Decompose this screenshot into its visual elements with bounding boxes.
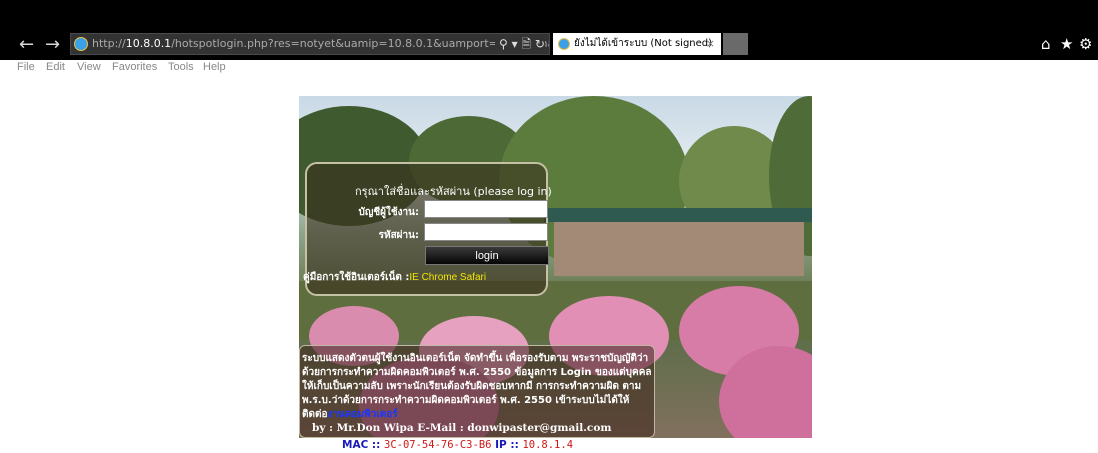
manual-links[interactable]: IE Chrome Safari (409, 272, 486, 283)
client-info: MAC :: 3C-07-54-76-C3-B6 IP :: 10.8.1.4 (342, 439, 573, 451)
menu-help[interactable]: Help (203, 61, 226, 73)
legal-notice: ระบบแสดงตัวตนผู้ใช้งานอินเตอร์เน็ต จัดทำ… (299, 345, 655, 438)
browser-toolbar: ← → http://10.8.0.1/hotspotlogin.php?res… (0, 0, 1098, 60)
login-title: กรุณาใส่ชื่อและรหัสผ่าน (please log in) (355, 185, 552, 198)
back-button[interactable]: ← (19, 36, 34, 54)
star-icon[interactable]: ★ (1060, 35, 1073, 53)
address-controls[interactable]: ⚲ ▾ 🗎 ↻ (495, 34, 545, 54)
username-input[interactable] (424, 200, 548, 218)
tab-title: ยังไม่ได้เข้าระบบ (Not signed) (574, 38, 713, 49)
ie-logo-icon (74, 37, 88, 51)
username-label: บัญชีผู้ใช้งาน: (358, 207, 419, 218)
login-panel: กรุณาใส่ชื่อและรหัสผ่าน (please log in) … (303, 162, 552, 296)
menu-tools[interactable]: Tools (168, 61, 194, 73)
menu-edit[interactable]: Edit (46, 61, 65, 73)
password-input[interactable] (424, 223, 548, 241)
forward-button[interactable]: → (45, 36, 60, 54)
ip-label: IP :: (495, 439, 519, 451)
tab-active[interactable]: ยังไม่ได้เข้าระบบ (Not signed) × (553, 33, 721, 55)
menu-view[interactable]: View (77, 61, 101, 73)
menu-bar: File Edit View Favorites Tools Help (0, 60, 1098, 77)
home-icon[interactable]: ⌂ (1041, 35, 1051, 53)
mac-value: 3C-07-54-76-C3-B6 (384, 439, 492, 451)
ie-logo-icon (558, 38, 570, 50)
manual-label: คู่มือการใช้อินเตอร์เน็ต : (303, 272, 410, 283)
mac-label: MAC :: (342, 439, 381, 451)
new-tab-button[interactable] (723, 33, 748, 55)
login-button[interactable]: login (425, 246, 549, 265)
menu-file[interactable]: File (17, 61, 35, 73)
author-credit: by : Mr.Don Wipa E-Mail : donwipaster@gm… (312, 422, 612, 434)
address-url: http://10.8.0.1/hotspotlogin.php?res=not… (92, 37, 550, 50)
gear-icon[interactable]: ⚙ (1079, 35, 1092, 53)
menu-favorites[interactable]: Favorites (112, 61, 157, 73)
close-tab-icon[interactable]: × (706, 33, 715, 55)
address-bar[interactable]: http://10.8.0.1/hotspotlogin.php?res=not… (70, 33, 550, 55)
ip-value: 10.8.1.4 (522, 439, 574, 451)
contact-link[interactable]: งานคอมพิวเตอร์ (328, 409, 398, 420)
internet-manual: คู่มือการใช้อินเตอร์เน็ต :IE Chrome Safa… (303, 270, 486, 285)
password-label: รหัสผ่าน: (378, 230, 419, 241)
notice-text: ระบบแสดงตัวตนผู้ใช้งานอินเตอร์เน็ต จัดทำ… (302, 353, 652, 420)
